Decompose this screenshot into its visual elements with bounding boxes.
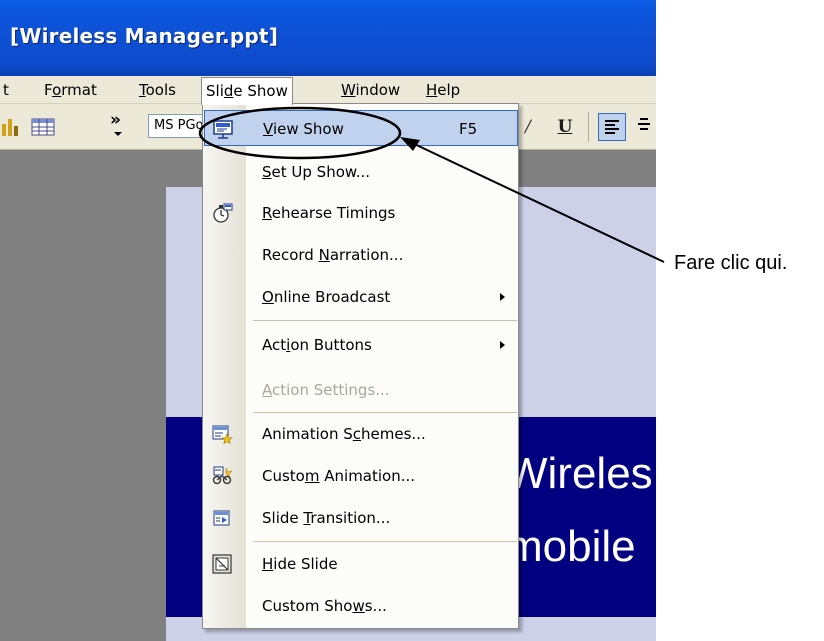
toolbar-options-arrow-icon[interactable] — [114, 132, 122, 136]
submenu-arrow-icon — [500, 341, 505, 349]
menu-item-online-broadcast[interactable]: Online Broadcast — [204, 279, 518, 315]
menu-tools[interactable]: Tools — [135, 76, 180, 104]
menu-item-set-up-show[interactable]: Set Up Show... — [204, 154, 518, 190]
custom-animation-icon — [212, 466, 233, 485]
menu-item-label: Slide Transition... — [262, 509, 391, 527]
callout-label: Fare clic qui. — [674, 252, 788, 274]
menu-item-label: Animation Schemes... — [262, 425, 426, 443]
menu-slide-show[interactable]: Slide Show — [201, 77, 293, 105]
menu-format[interactable]: Format — [40, 76, 101, 104]
menu-item-custom-animation[interactable]: Custom Animation... — [204, 458, 518, 494]
menu-separator — [253, 412, 517, 413]
align-center-icon[interactable] — [636, 118, 650, 136]
animation-schemes-icon — [212, 425, 233, 445]
menu-item-label: Action Buttons — [262, 336, 372, 354]
underline-button[interactable]: U — [553, 114, 577, 140]
view-show-icon — [213, 120, 233, 139]
toolbar-overflow-chevron-icon[interactable]: » — [110, 110, 121, 130]
menu-item-label: Record Narration... — [262, 246, 404, 264]
menu-item-label: Custom Shows... — [262, 597, 387, 615]
slide-show-menu: View Show F5 Set Up Show... Rehearse Tim… — [202, 103, 519, 629]
menu-item-record-narration[interactable]: Record Narration... — [204, 237, 518, 273]
window-title: [Wireless Manager.ppt] — [10, 24, 279, 48]
menu-item-hide-slide[interactable]: Hide Slide — [204, 546, 518, 582]
menu-item-custom-shows[interactable]: Custom Shows... — [204, 588, 518, 624]
menu-help[interactable]: Help — [422, 76, 464, 104]
menu-item-slide-transition[interactable]: Slide Transition... — [204, 500, 518, 536]
font-name-box[interactable]: MS PGothic — [148, 114, 208, 138]
menu-item-label: Online Broadcast — [262, 288, 391, 306]
menu-item-rehearse-timings[interactable]: Rehearse Timings — [204, 195, 518, 231]
slide-title-line-2: mobile — [506, 522, 636, 571]
toolbar-separator — [588, 112, 589, 142]
title-bar[interactable]: [Wireless Manager.ppt] — [0, 0, 656, 76]
italic-button[interactable]: / — [516, 114, 540, 140]
menu-item-view-show[interactable]: View Show F5 — [204, 110, 518, 146]
menu-item-animation-schemes[interactable]: Animation Schemes... — [204, 416, 518, 452]
menu-item-label: Action Settings... — [262, 381, 390, 399]
slide-transition-icon — [213, 510, 230, 526]
menu-item-label: Rehearse Timings — [262, 204, 396, 222]
menu-item-label: Hide Slide — [262, 555, 338, 573]
menu-window[interactable]: Window — [337, 76, 404, 104]
menu-item-label: Custom Animation... — [262, 467, 416, 485]
menu-item-shortcut: F5 — [459, 120, 478, 138]
chart-icon[interactable] — [0, 116, 20, 138]
menu-item-label: View Show — [263, 120, 344, 138]
menu-insert-truncated[interactable]: t — [0, 76, 13, 104]
table-icon[interactable] — [30, 116, 56, 138]
menu-separator — [253, 320, 517, 321]
menu-item-action-buttons[interactable]: Action Buttons — [204, 327, 518, 363]
hide-slide-icon — [212, 554, 232, 574]
submenu-arrow-icon — [500, 293, 505, 301]
menu-separator — [253, 541, 517, 542]
align-left-button[interactable] — [598, 113, 626, 141]
menu-item-label: Set Up Show... — [262, 163, 371, 181]
menu-item-action-settings[interactable]: Action Settings... — [204, 372, 518, 408]
stopwatch-icon — [213, 203, 233, 223]
slide-title-line-1: Wireles — [506, 449, 653, 498]
menu-bar: t Format Tools Slide Show Window Help — [0, 76, 656, 105]
